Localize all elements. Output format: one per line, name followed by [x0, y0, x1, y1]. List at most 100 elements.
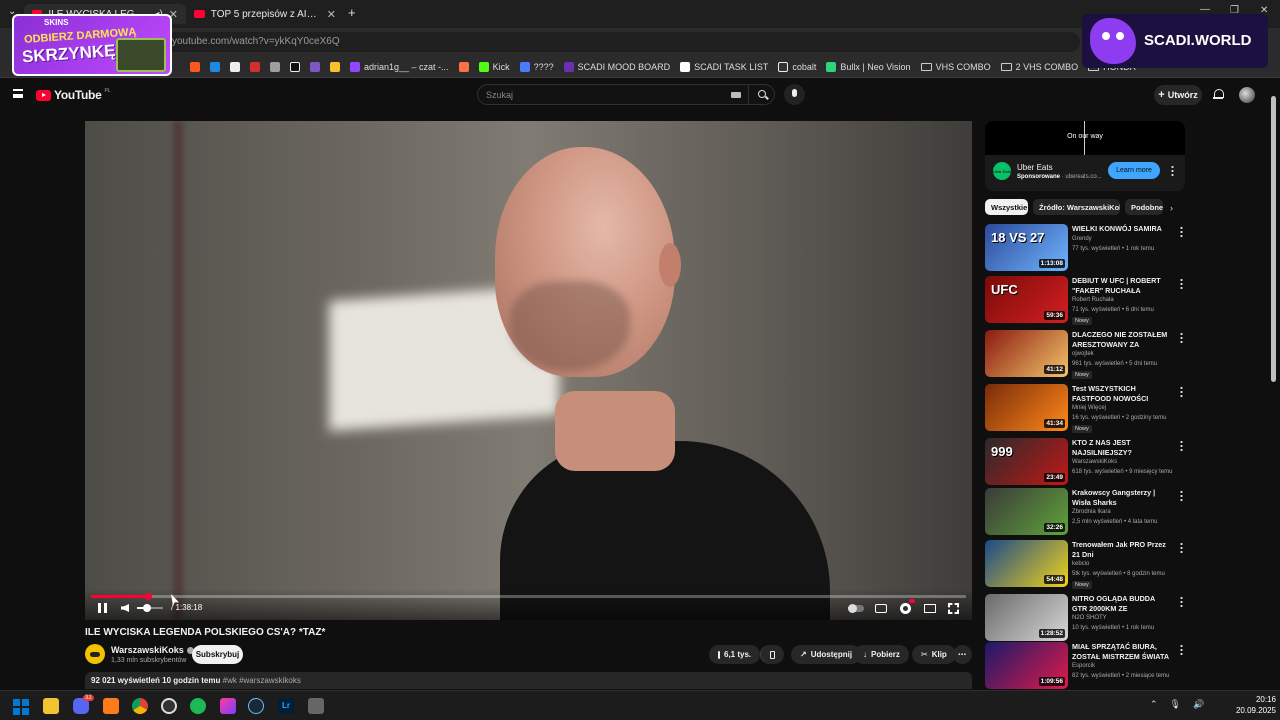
bookmark-favicon-icon[interactable] [330, 61, 340, 72]
close-tab-icon[interactable]: ✕ [327, 8, 336, 21]
scrollbar-thumb[interactable] [1271, 96, 1276, 382]
like-button[interactable]: 6,1 tys. [709, 645, 760, 664]
microphone-icon[interactable]: 🎙 [1170, 699, 1181, 710]
recommendation-channel[interactable]: Robert Ruchała [1072, 297, 1114, 303]
lightroom-icon[interactable]: Lr [278, 698, 294, 714]
video-thumbnail[interactable]: 41:34 [985, 384, 1068, 431]
more-actions-button[interactable]: ⋯ [953, 645, 972, 664]
recommendation-item[interactable]: 1:09:56 MIAŁ SPRZĄTAĆ BIURA, ZOSTAŁ MIST… [985, 642, 1185, 692]
recommendation-channel[interactable]: ojwojtek [1072, 351, 1094, 357]
recommendation-item[interactable]: 23:49 999 KTO Z NAS JEST NAJSILNIEJSZY? W… [985, 438, 1185, 488]
channel-name[interactable]: WarszawskiKoks [111, 645, 194, 655]
dislike-button[interactable] [760, 645, 784, 664]
hamburger-menu-icon[interactable] [13, 89, 23, 98]
ad-menu-icon[interactable] [1171, 165, 1174, 176]
chrome-icon[interactable] [132, 698, 148, 714]
recommendation-item[interactable]: 1:28:52 NITRO OGLĄDA BUDDA GTR 2000KM ZE… [985, 594, 1185, 644]
spotify-icon[interactable] [190, 698, 206, 714]
pause-button[interactable] [98, 603, 107, 613]
bookmark-item[interactable]: cobalt [778, 61, 816, 72]
download-button[interactable]: ↓ Pobierz [854, 645, 909, 664]
video-thumbnail[interactable]: 59:36 UFC [985, 276, 1068, 323]
recommendation-item[interactable]: 41:12 DLACZEGO NIE ZOSTAŁEM ARESZTOWANY … [985, 330, 1185, 380]
youtube-logo[interactable]: YouTube PL [36, 88, 111, 102]
bookmark-favicon-icon[interactable] [270, 61, 280, 72]
recommendation-title[interactable]: Test WSZYSTKICH FASTFOOD NOWOŚCI (McDona… [1072, 384, 1172, 404]
new-tab-icon[interactable]: + [348, 5, 356, 20]
bookmark-item[interactable]: SCADI MOOD BOARD [563, 61, 670, 72]
recommendation-menu-icon[interactable] [1180, 644, 1183, 655]
subscribe-button[interactable]: Subskrybuj [192, 645, 243, 664]
recommendation-item[interactable]: 54:48 Trenowałem Jak PRO Przez 21 Dni ke… [985, 540, 1185, 590]
bookmark-favicon-icon[interactable] [458, 61, 469, 72]
address-bar[interactable]: youtube.com/watch?v=ykKqY0ceX6Q [160, 32, 1080, 52]
recommendation-item[interactable]: 59:36 UFC DEBIUT W UFC | ROBERT "FAKER" R… [985, 276, 1185, 326]
recommendation-channel[interactable]: kebcio [1072, 561, 1089, 567]
recommendation-menu-icon[interactable] [1180, 386, 1183, 397]
app-icon[interactable] [103, 698, 119, 714]
volume-slider[interactable] [137, 604, 163, 612]
tiktok-icon[interactable] [290, 61, 300, 72]
search-input[interactable] [486, 88, 721, 102]
recommendation-menu-icon[interactable] [1180, 278, 1183, 289]
create-button[interactable]: + Utwórz [1154, 85, 1202, 105]
chip-similar[interactable]: Podobne [1125, 199, 1163, 215]
video-thumbnail[interactable]: 23:49 999 [985, 438, 1068, 485]
bookmark-folder[interactable]: 2 VHS COMBO [1000, 62, 1078, 72]
recommendation-item[interactable]: 41:34 Test WSZYSTKICH FASTFOOD NOWOŚCI (… [985, 384, 1185, 434]
bookmark-item[interactable]: adrian1g__ – czat -... [350, 61, 449, 72]
description-box[interactable]: 92 021 wyświetleń 10 godzin temu #wk #wa… [85, 672, 972, 689]
windows-start-icon[interactable] [13, 699, 29, 715]
volume-knob[interactable] [143, 604, 152, 612]
recommendation-menu-icon[interactable] [1180, 440, 1183, 451]
subtitles-icon[interactable] [875, 604, 887, 613]
video-thumbnail[interactable]: 32:26 [985, 488, 1068, 535]
volume-icon[interactable] [121, 604, 129, 612]
recommendation-channel[interactable]: Zbrodnia Ikara [1072, 509, 1111, 515]
bookmark-favicon-icon[interactable] [250, 61, 260, 72]
system-clock[interactable]: 20:16 20.09.2025 [1226, 694, 1276, 716]
recommendation-title[interactable]: Trenowałem Jak PRO Przez 21 Dni [1072, 540, 1172, 560]
fullscreen-icon[interactable] [948, 603, 959, 614]
account-avatar[interactable] [1239, 87, 1255, 103]
autoplay-toggle[interactable] [848, 604, 864, 613]
tab-inactive[interactable]: TOP 5 przepisów z AIRFRYER, k ✕ [186, 4, 344, 24]
recommendation-menu-icon[interactable] [1180, 226, 1183, 237]
voice-search-mic-icon[interactable] [784, 84, 805, 105]
recommendation-channel[interactable]: WarszawskiKoks [1072, 459, 1117, 465]
recommendation-title[interactable]: MIAŁ SPRZĄTAĆ BIURA, ZOSTAŁ MISTRZEM ŚWI… [1072, 642, 1172, 662]
obs-icon[interactable] [161, 698, 177, 714]
app-icon[interactable] [220, 698, 236, 714]
bookmark-item[interactable]: Kick [478, 61, 510, 72]
recommendation-title[interactable]: KTO Z NAS JEST NAJSILNIEJSZY? [1072, 438, 1172, 458]
recommendation-channel[interactable]: Grendy [1072, 236, 1092, 242]
app-icon[interactable] [308, 698, 324, 714]
bookmark-folder[interactable]: VHS COMBO [920, 62, 991, 72]
theater-mode-icon[interactable] [924, 604, 936, 613]
recommendation-menu-icon[interactable] [1180, 596, 1183, 607]
recommendation-item[interactable]: 32:26 Krakowscy Gangsterzy | Wisła Shark… [985, 488, 1185, 538]
video-thumbnail[interactable]: 41:12 [985, 330, 1068, 377]
bookmark-favicon-icon[interactable] [190, 61, 200, 72]
file-explorer-icon[interactable] [43, 698, 59, 714]
hashtags[interactable]: #wk #warszawskikoks [223, 676, 301, 685]
bookmark-item[interactable]: Bullx | Neo Vision [826, 61, 911, 72]
steam-icon[interactable] [248, 698, 264, 714]
recommendation-menu-icon[interactable] [1180, 490, 1183, 501]
recommendation-title[interactable]: WIELKI KONWÓJ SAMIRA [1072, 224, 1172, 234]
recommendation-title[interactable]: DEBIUT W UFC | ROBERT "FAKER" RUCHAŁA [1072, 276, 1172, 296]
recommendation-item[interactable]: 1:13:08 18 VS 27 WIELKI KONWÓJ SAMIRA Gre… [985, 224, 1185, 274]
bookmark-favicon-icon[interactable] [210, 61, 220, 72]
notifications-bell-icon[interactable] [1213, 88, 1224, 100]
page-scrollbar[interactable] [1270, 90, 1276, 670]
video-thumbnail[interactable]: 1:13:08 18 VS 27 [985, 224, 1068, 271]
recommendation-channel[interactable]: Mniej Więcej [1072, 405, 1106, 411]
video-thumbnail[interactable]: 54:48 [985, 540, 1068, 587]
clip-button[interactable]: ✂ Klip [912, 645, 956, 664]
tray-overflow-chevron-icon[interactable]: ⌃ [1150, 699, 1158, 710]
settings-gear-icon[interactable] [900, 603, 911, 614]
chevron-right-icon[interactable]: › [1170, 203, 1173, 213]
recommendation-title[interactable]: DLACZEGO NIE ZOSTAŁEM ARESZTOWANY ZA LOT… [1072, 330, 1172, 350]
chip-all[interactable]: Wszystkie [985, 199, 1028, 215]
search-button[interactable] [748, 85, 775, 104]
